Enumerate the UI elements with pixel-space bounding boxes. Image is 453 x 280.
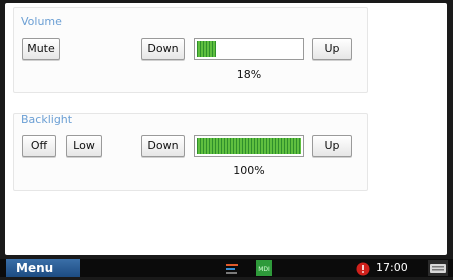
backlight-off-button[interactable]: Off [22, 135, 56, 157]
volume-level-fill [197, 41, 216, 57]
mdi-app-icon[interactable]: MDI [256, 260, 272, 280]
volume-group: Volume Mute Down Up 18% [13, 7, 368, 93]
backlight-group: Backlight Off Low Down Up 100% [13, 113, 368, 191]
clock: 17:00 [376, 261, 408, 274]
backlight-low-button[interactable]: Low [66, 135, 102, 157]
network-chart-icon[interactable] [225, 261, 239, 280]
taskbar: Menu MDI 17:00 [0, 259, 453, 277]
backlight-percent: 100% [233, 164, 265, 177]
volume-up-button[interactable]: Up [312, 38, 352, 60]
backlight-down-button[interactable]: Down [141, 135, 185, 157]
keyboard-icon[interactable] [428, 260, 448, 280]
backlight-level-bar [194, 135, 304, 157]
volume-title: Volume [21, 15, 62, 28]
menu-button[interactable]: Menu [6, 259, 80, 277]
volume-level-bar [194, 38, 304, 60]
volume-down-button[interactable]: Down [141, 38, 185, 60]
backlight-level-fill [197, 138, 301, 154]
alert-icon[interactable] [356, 261, 370, 280]
backlight-up-button[interactable]: Up [312, 135, 352, 157]
volume-percent: 18% [236, 68, 262, 81]
mute-button[interactable]: Mute [22, 38, 60, 60]
svg-text:MDI: MDI [258, 266, 270, 273]
settings-screen: Volume Mute Down Up 18% Backlight Off Lo… [5, 3, 447, 255]
backlight-title: Backlight [21, 113, 73, 126]
